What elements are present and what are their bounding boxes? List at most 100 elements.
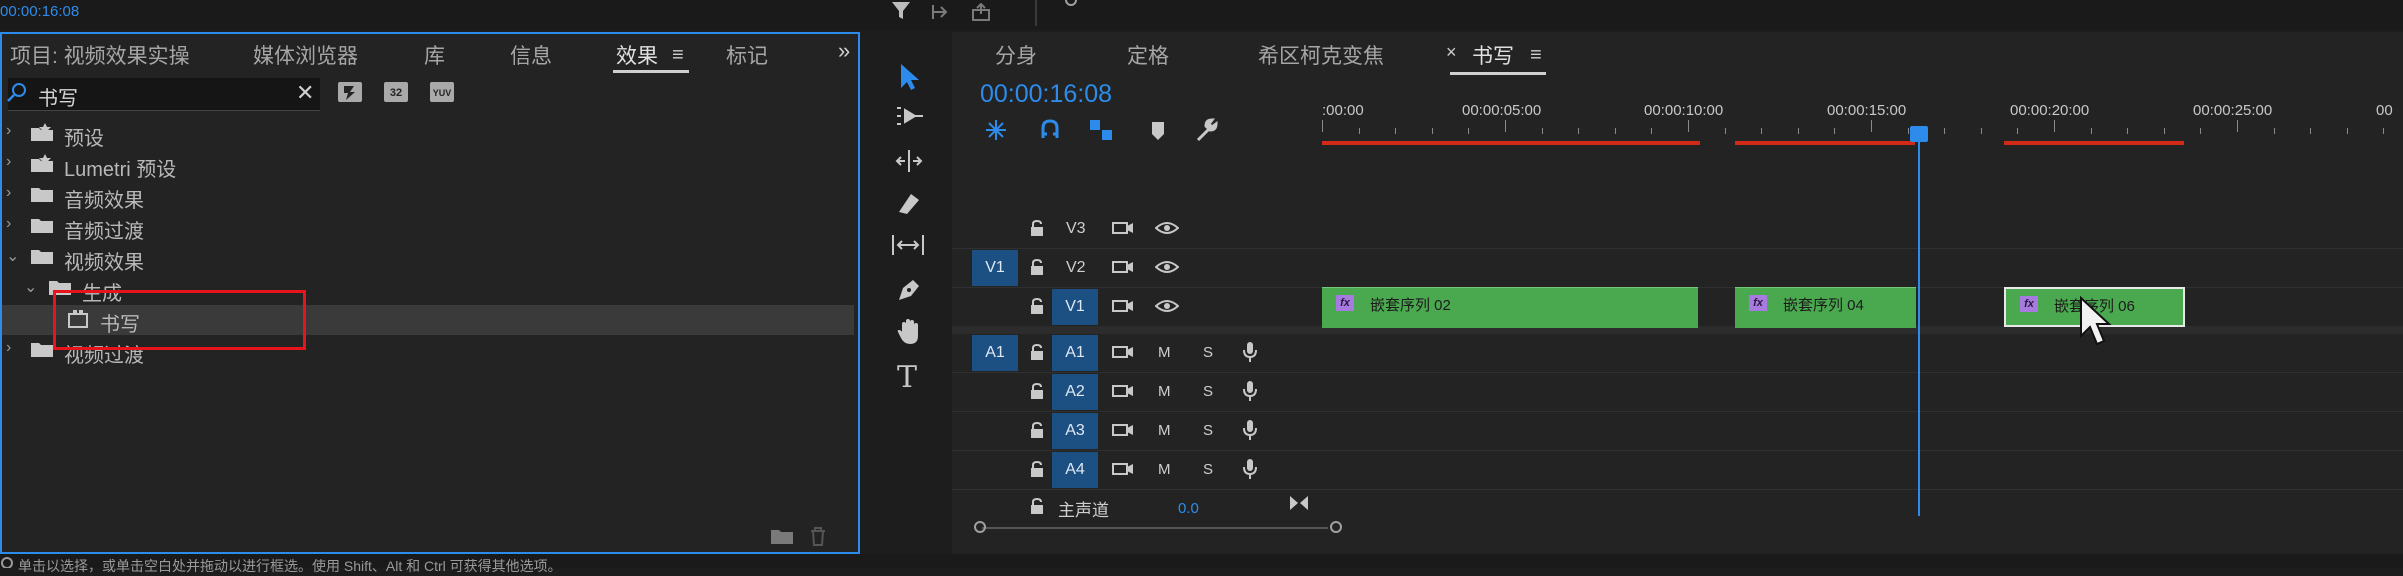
tree-item-lumetri-presets[interactable]: › Lumetri 预设 [2, 150, 854, 181]
hand-tool-icon[interactable] [895, 318, 923, 346]
chevron-down-icon[interactable]: ⌄ [24, 277, 37, 297]
chevron-right-icon[interactable]: › [6, 153, 11, 171]
32bit-effects-icon[interactable]: 32 [384, 82, 408, 102]
add-marker-icon[interactable] [1148, 120, 1168, 142]
scroll-handle[interactable] [1330, 521, 1342, 533]
slip-tool-icon[interactable] [890, 232, 926, 258]
tab-sequence-write[interactable]: 书写 [1472, 40, 1514, 70]
tab-media-browser[interactable]: 媒体浏览器 [253, 40, 358, 70]
wrench-icon[interactable] [1194, 118, 1220, 144]
tab-sequence-dolly-zoom[interactable]: 希区柯克变焦 [1258, 40, 1384, 70]
yuv-effects-icon[interactable]: YUV [430, 82, 454, 102]
minor-tick [1395, 128, 1397, 134]
sync-lock-icon-a2[interactable] [1112, 383, 1134, 399]
lock-icon[interactable] [1030, 498, 1044, 514]
pen-tool-icon[interactable] [895, 276, 923, 304]
fx-badge: fx [1336, 295, 1354, 311]
tab-project[interactable]: 项目: 视频效果实操 [10, 40, 190, 70]
folder-icon [30, 341, 54, 359]
track-target-a3[interactable]: A3 [1052, 413, 1098, 449]
track-select-tool-icon[interactable] [895, 104, 925, 128]
lock-icon-a3[interactable] [1030, 422, 1044, 438]
sync-lock-icon-v3[interactable] [1112, 220, 1134, 236]
clip-nested-sequence-02[interactable]: fx 嵌套序列 02 [1322, 287, 1698, 328]
delete-icon[interactable] [808, 526, 828, 546]
sync-lock-icon-a1[interactable] [1112, 344, 1134, 360]
chevron-right-icon[interactable]: › [6, 339, 11, 357]
eye-icon-v3[interactable] [1155, 221, 1179, 235]
new-folder-icon[interactable] [770, 528, 794, 546]
minor-tick [1614, 128, 1616, 134]
microphone-icon-a2[interactable] [1243, 380, 1257, 402]
insert-nest-icon[interactable] [984, 118, 1008, 142]
mute-button-a3[interactable]: M [1158, 422, 1171, 439]
lock-icon-a4[interactable] [1030, 461, 1044, 477]
playhead-handle[interactable] [1910, 126, 1928, 142]
playhead[interactable] [1918, 130, 1920, 516]
mute-button-a4[interactable]: M [1158, 461, 1171, 478]
ripple-edit-tool-icon[interactable] [893, 148, 925, 174]
clear-search-icon[interactable]: ✕ [296, 80, 314, 106]
menu-icon[interactable]: ≡ [672, 44, 684, 67]
filter-icon[interactable] [890, 0, 918, 22]
eye-icon-v1[interactable] [1155, 299, 1179, 313]
microphone-icon-a1[interactable] [1243, 341, 1257, 363]
tree-item-audio-transitions[interactable]: › 音频过渡 [2, 212, 854, 243]
overflow-chevron-icon[interactable]: » [838, 38, 850, 64]
microphone-icon-a3[interactable] [1243, 419, 1257, 441]
type-tool-icon[interactable]: T [897, 360, 917, 395]
tab-sequence-clone[interactable]: 分身 [995, 40, 1037, 70]
track-target-a1[interactable]: A1 [1052, 335, 1098, 371]
selection-tool-icon[interactable] [895, 62, 923, 92]
mute-button-a1[interactable]: M [1158, 344, 1171, 361]
sync-lock-icon-a4[interactable] [1112, 461, 1134, 477]
solo-button-a3[interactable]: S [1203, 422, 1213, 439]
lock-icon-a1[interactable] [1030, 344, 1044, 360]
clip-nested-sequence-04[interactable]: fx 嵌套序列 04 [1735, 287, 1916, 328]
go-to-end-icon[interactable] [1288, 494, 1310, 512]
chevron-down-icon[interactable]: ⌄ [6, 246, 19, 266]
chevron-right-icon[interactable]: › [6, 215, 11, 233]
tab-markers[interactable]: 标记 [726, 40, 768, 70]
tab-library[interactable]: 库 [424, 40, 445, 70]
sync-lock-icon-v2[interactable] [1112, 259, 1134, 275]
linked-selection-icon[interactable] [1088, 118, 1114, 142]
lock-icon-v3[interactable] [1030, 220, 1044, 236]
lock-icon-v1[interactable] [1030, 298, 1044, 314]
track-target-a2[interactable]: A2 [1052, 374, 1098, 410]
solo-button-a4[interactable]: S [1203, 461, 1213, 478]
tab-info[interactable]: 信息 [510, 40, 552, 70]
tree-item-video-effects[interactable]: ⌄ 视频效果 [2, 243, 854, 274]
tab-effects[interactable]: 效果 [616, 40, 658, 70]
scroll-handle[interactable] [974, 521, 986, 533]
export-frame-icon[interactable] [970, 2, 994, 22]
snap-icon[interactable] [1038, 118, 1062, 142]
sequence-timecode[interactable]: 00:00:16:08 [980, 80, 1112, 109]
source-patch-a1[interactable]: A1 [972, 335, 1018, 371]
track-target-v1[interactable]: V1 [1052, 289, 1098, 325]
microphone-icon-a4[interactable] [1243, 458, 1257, 480]
eye-icon-v2[interactable] [1155, 260, 1179, 274]
chevron-right-icon[interactable]: › [6, 122, 11, 140]
header-scrollbar[interactable] [982, 527, 1328, 529]
lock-icon-v2[interactable] [1030, 259, 1044, 275]
tree-item-audio-effects[interactable]: › 音频效果 [2, 181, 854, 212]
chevron-right-icon[interactable]: › [6, 184, 11, 202]
accelerated-effects-icon[interactable] [338, 82, 362, 102]
menu-icon[interactable]: ≡ [1530, 44, 1542, 67]
insert-icon[interactable] [930, 2, 954, 22]
lock-icon-a2[interactable] [1030, 383, 1044, 399]
mute-button-a2[interactable]: M [1158, 383, 1171, 400]
tab-sequence-freeze[interactable]: 定格 [1127, 40, 1169, 70]
razor-tool-icon[interactable] [895, 190, 923, 216]
track-name-v3: V3 [1066, 220, 1086, 237]
source-patch-v1[interactable]: V1 [972, 250, 1018, 286]
solo-button-a1[interactable]: S [1203, 344, 1213, 361]
tree-item-presets[interactable]: › 预设 [2, 119, 854, 150]
sync-lock-icon-a3[interactable] [1112, 422, 1134, 438]
track-target-a4[interactable]: A4 [1052, 452, 1098, 488]
sync-lock-icon-v1[interactable] [1112, 298, 1134, 314]
solo-button-a2[interactable]: S [1203, 383, 1213, 400]
close-tab-icon[interactable]: × [1446, 42, 1457, 63]
master-volume[interactable]: 0.0 [1178, 500, 1199, 517]
